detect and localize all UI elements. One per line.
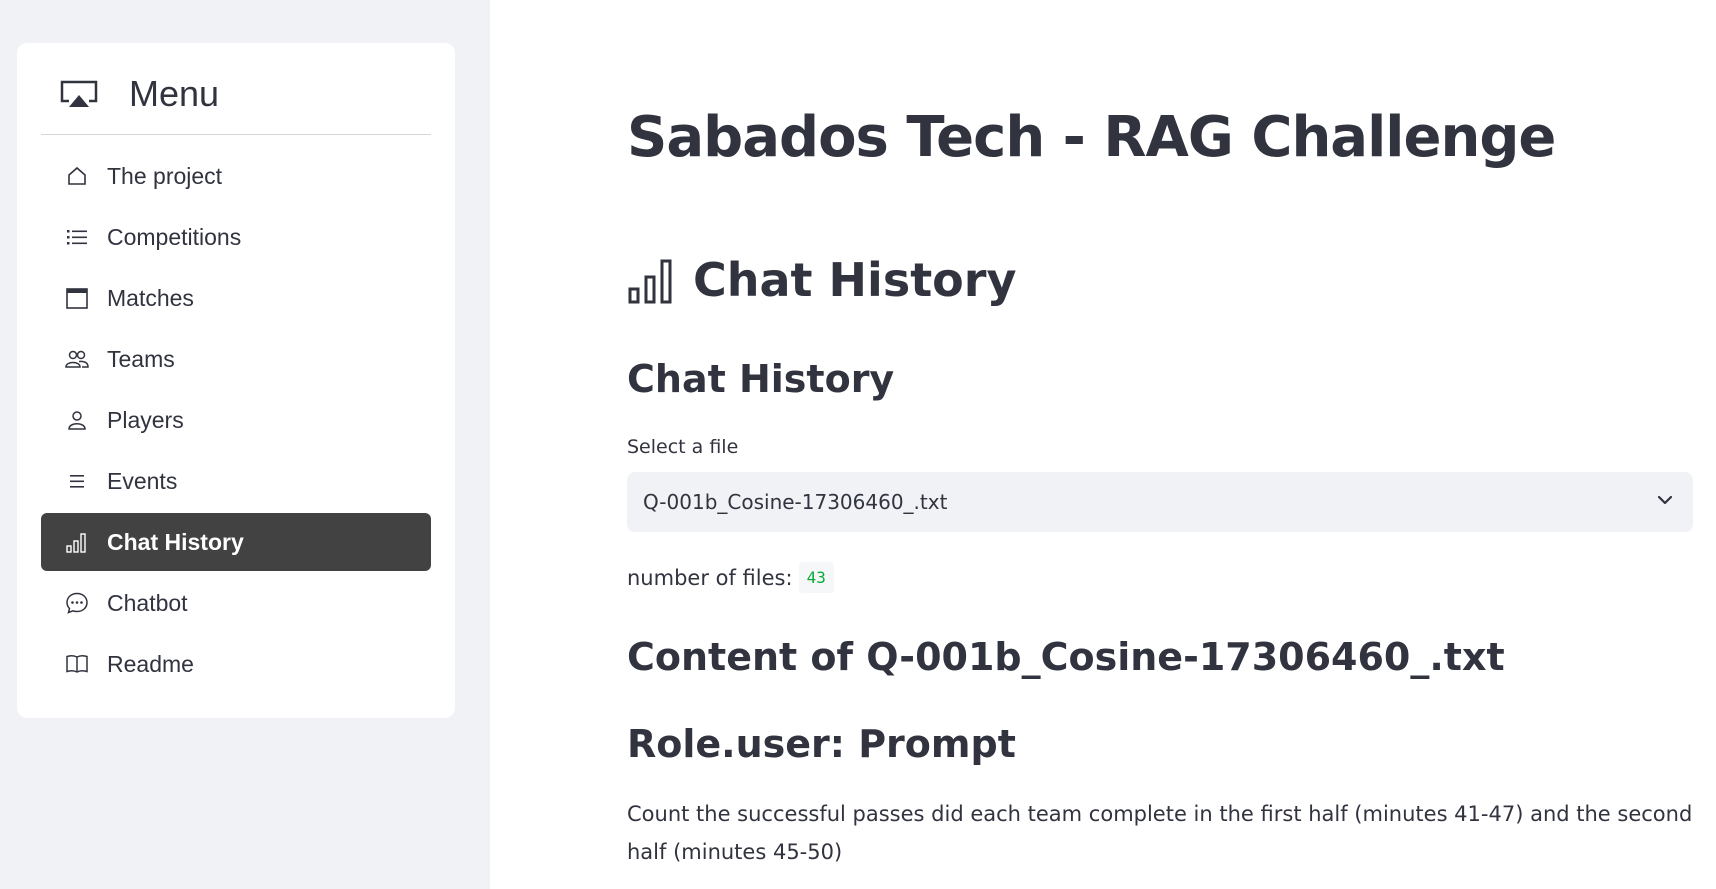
section-heading: Chat History [627,357,895,401]
sidebar-item-chatbot[interactable]: Chatbot [41,574,431,632]
select-value: Q-001b_Cosine-17306460_.txt [643,490,948,514]
file-count-label: number of files: [627,565,793,590]
chat-dots-icon [65,591,89,615]
house-icon [65,164,89,188]
bar-chart-icon [627,255,677,305]
sidebar-item-matches[interactable]: Matches [41,269,431,327]
sidebar-item-label: Chatbot [107,589,188,616]
sidebar-item-chat-history[interactable]: Chat History [41,513,431,571]
sidebar: Menu The project Competitions Matches Te… [0,0,490,889]
people-icon [65,347,89,371]
sidebar-item-label: Events [107,467,178,494]
list-icon [65,225,89,249]
airplay-icon [59,78,99,110]
sidebar-item-label: Matches [107,284,194,311]
content-heading: Content of Q-001b_Cosine-17306460_.txt [627,635,1505,679]
sidebar-item-teams[interactable]: Teams [41,330,431,388]
book-icon [65,652,89,676]
sidebar-item-label: Competitions [107,223,242,250]
page-heading: Chat History [627,253,1016,307]
person-icon [65,408,89,432]
sidebar-item-competitions[interactable]: Competitions [41,208,431,266]
sidebar-item-the-project[interactable]: The project [41,147,431,205]
prompt-text: Count the successful passes did each tea… [627,802,1693,864]
page-heading-text: Chat History [693,253,1017,307]
file-select[interactable]: Q-001b_Cosine-17306460_.txt [627,472,1693,532]
role-heading: Role.user: Prompt [627,722,1016,766]
menu-header: Menu [41,69,431,119]
sidebar-item-label: Readme [107,650,194,677]
page-title: Sabados Tech - RAG Challenge [627,105,1556,170]
menu-title: Menu [129,73,220,114]
sidebar-item-label: Chat History [107,528,244,555]
sidebar-item-label: Players [107,406,184,433]
bar-chart-icon [65,530,89,554]
calendar-icon [65,286,89,310]
lines-icon [65,469,89,493]
sidebar-item-players[interactable]: Players [41,391,431,449]
sidebar-item-events[interactable]: Events [41,452,431,510]
menu-card: Menu The project Competitions Matches Te… [17,43,455,718]
menu-divider [41,134,431,135]
file-count-badge: 43 [798,562,834,593]
file-count: number of files: 43 [627,562,834,593]
sidebar-item-label: The project [107,162,223,189]
sidebar-item-readme[interactable]: Readme [41,635,431,693]
chevron-down-icon [1655,490,1675,514]
sidebar-item-label: Teams [107,345,175,372]
select-label: Select a file [627,436,739,458]
menu-items: The project Competitions Matches Teams P… [41,147,431,696]
